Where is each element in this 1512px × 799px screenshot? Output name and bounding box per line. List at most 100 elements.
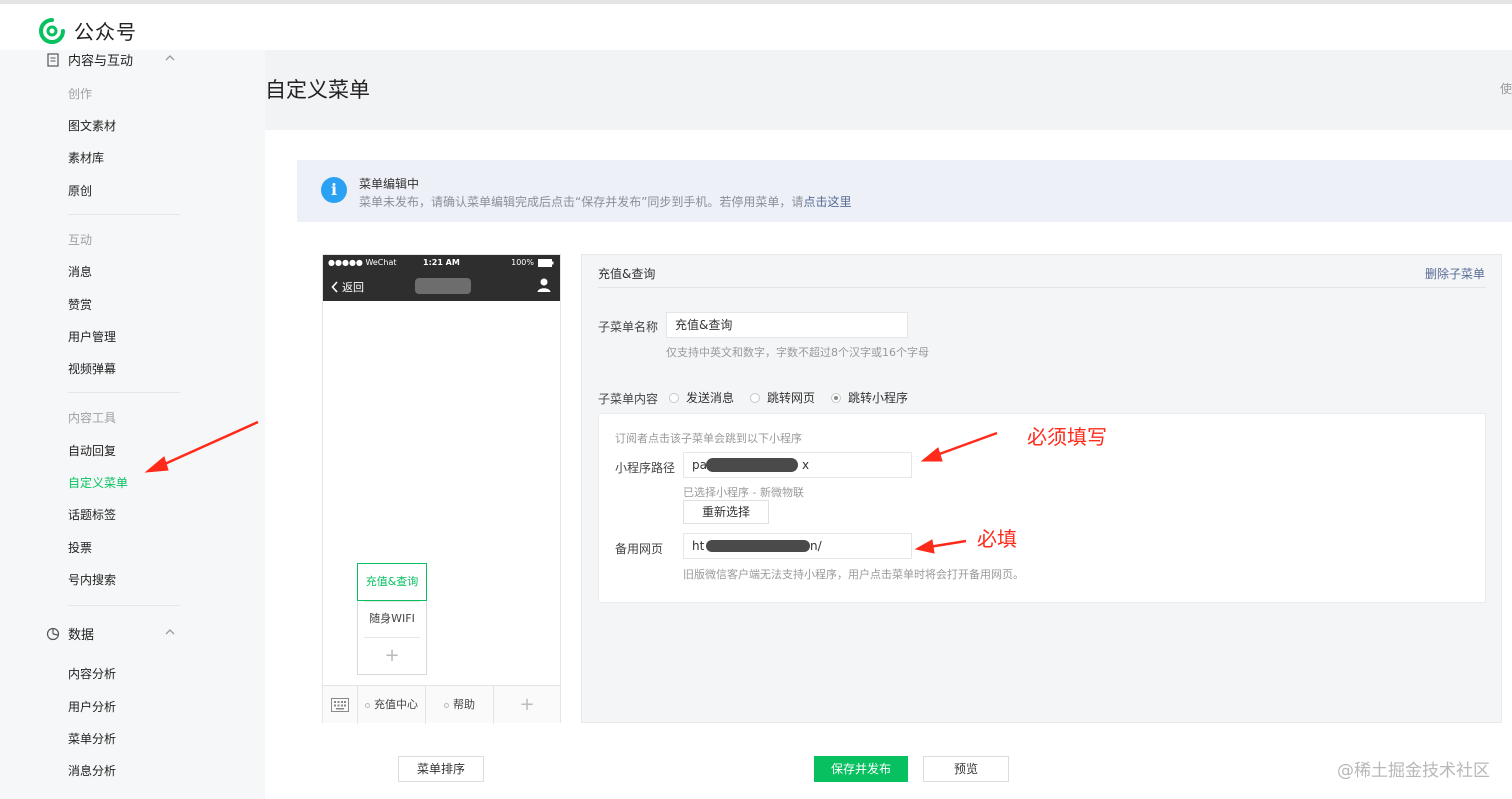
phone-status-bar: ●●●●● WeChat 1:21 AM 100% [323,255,560,271]
phone-nav-bar: 返回 [323,271,560,301]
submenu-dot-icon [365,702,370,708]
phone-bottom-menu: 充值中心 帮助 + [323,685,560,724]
nav-group-label: 数据 [68,628,95,643]
sidebar: 内容与互动 创作 图文素材 素材库 原创 互动 消息 赞赏 用户管理 视频弹幕 … [0,50,265,799]
bottom-menu-recharge[interactable]: 充值中心 [358,686,426,724]
top-bar: 公众号 [0,0,1512,50]
sidebar-item-auto-reply[interactable]: 自动回复 [68,442,116,459]
clock-label: 1:21 AM [423,258,460,267]
radio-open-miniprogram[interactable]: 跳转小程序 [831,389,908,406]
phone-preview: ●●●●● WeChat 1:21 AM 100% 返回 充值&查询 随身WIF… [322,254,561,724]
divider [68,605,180,606]
carrier-label: ●●●●● WeChat [328,258,397,267]
radio-label: 发送消息 [686,391,735,405]
sidebar-item-users[interactable]: 用户管理 [68,328,116,345]
delete-submenu-link[interactable]: 删除子菜单 [1425,265,1485,282]
stop-menu-link[interactable]: 点击这里 [803,195,851,209]
annotation-required: 必填 [977,527,1017,551]
save-publish-button[interactable]: 保存并发布 [814,756,908,782]
miniprogram-path-input[interactable]: pa x [683,452,912,478]
chevron-left-icon [331,281,338,293]
url-suffix: n/ [810,539,822,553]
main-content: 自定义菜单 使 i 菜单编辑中 菜单未发布，请确认菜单编辑完成后点击“保存并发布… [265,50,1512,799]
backup-url-input[interactable]: ht n/ [683,533,912,559]
sidebar-item-content-analysis[interactable]: 内容分析 [68,665,116,682]
redacted-text [706,458,798,472]
notice-title: 菜单编辑中 [359,177,420,191]
back-label: 返回 [342,281,364,294]
redacted-text [706,540,810,552]
sidebar-item-custom-menu[interactable]: 自定义菜单 [68,474,128,491]
content-type-radios: 发送消息 跳转网页 跳转小程序 [669,389,924,406]
sidebar-item-menu-analysis[interactable]: 菜单分析 [68,730,116,747]
info-icon: i [321,177,347,203]
chevron-up-icon[interactable] [164,52,176,64]
path-suffix: x [802,458,810,472]
submenu-editor: 充值&查询 删除子菜单 子菜单名称 充值&查询 仅支持中英文和数字，字数不超过8… [581,254,1502,723]
sidebar-item-original[interactable]: 原创 [68,182,92,199]
preview-button[interactable]: 预览 [923,756,1009,782]
account-name-redacted [415,278,471,294]
nav-group-content[interactable]: 内容与互动 [46,50,175,69]
submenu-item-recharge[interactable]: 充值&查询 [357,563,427,601]
submenu-item-wifi[interactable]: 随身WIFI [358,601,426,637]
add-submenu-button[interactable]: + [358,638,426,674]
back-button[interactable]: 返回 [331,279,364,295]
sidebar-item-message-analysis[interactable]: 消息分析 [68,762,116,779]
bottom-menu-label: 帮助 [453,698,475,711]
add-menu-button[interactable]: + [494,686,560,724]
nav-group-label: 内容与互动 [68,54,134,69]
radio-label: 跳转网页 [767,391,816,405]
menu-editor-panel: i 菜单编辑中 菜单未发布，请确认菜单编辑完成后点击“保存并发布”同步到手机。若… [265,130,1512,799]
bottom-menu-help[interactable]: 帮助 [426,686,494,724]
submenu-popup: 充值&查询 随身WIFI + [357,563,427,675]
sidebar-item-library[interactable]: 素材库 [68,149,104,166]
sidebar-item-rewards[interactable]: 赞赏 [68,296,92,313]
divider [68,392,180,393]
page-title: 自定义菜单 [265,78,370,102]
watermark: @稀土掘金技术社区 [1337,761,1490,781]
user-profile-icon[interactable] [536,277,552,293]
divider [68,214,180,215]
backup-label: 备用网页 [615,542,664,556]
section-heading-create: 创作 [68,87,93,101]
menu-sort-button[interactable]: 菜单排序 [398,756,484,782]
sidebar-item-topic-tags[interactable]: 话题标签 [68,506,116,523]
submenu-name-input[interactable]: 充值&查询 [666,312,908,338]
section-heading-tools: 内容工具 [68,411,117,425]
name-label: 子菜单名称 [598,320,659,334]
app-name: 公众号 [74,20,137,44]
sidebar-item-search[interactable]: 号内搜索 [68,571,116,588]
sidebar-item-user-analysis[interactable]: 用户分析 [68,698,116,715]
radio-send-message[interactable]: 发送消息 [669,389,734,406]
reselect-button[interactable]: 重新选择 [683,500,769,524]
divider [598,287,1486,288]
path-label: 小程序路径 [615,461,676,475]
keyboard-glyph [331,698,349,712]
wechat-official-logo-icon [39,17,65,44]
keyboard-icon[interactable] [323,686,358,724]
help-link[interactable]: 使 [1500,80,1512,97]
chevron-up-icon[interactable] [164,626,176,638]
battery-label: 100% [511,258,534,267]
sidebar-item-messages[interactable]: 消息 [68,263,92,280]
editor-title: 充值&查询 [598,267,656,281]
path-prefix: pa [692,458,707,472]
sidebar-item-vote[interactable]: 投票 [68,539,92,556]
submenu-dot-icon [444,702,449,708]
annotation-required-full: 必须填写 [1027,425,1107,449]
notice-text: 菜单未发布，请确认菜单编辑完成后点击“保存并发布”同步到手机。若停用菜单，请 [359,195,804,209]
sidebar-item-articles[interactable]: 图文素材 [68,117,116,134]
nav-group-data[interactable]: 数据 [46,624,175,643]
app-logo[interactable]: 公众号 [38,16,137,45]
name-tip: 仅支持中英文和数字，字数不超过8个汉字或16个字母 [666,346,929,359]
radio-circle [669,392,679,403]
url-prefix: ht [692,539,705,553]
section-heading-interact: 互动 [68,233,93,247]
miniprogram-intro: 订阅者点击该子菜单会跳到以下小程序 [615,432,802,445]
radio-open-webpage[interactable]: 跳转网页 [750,389,815,406]
document-icon [47,52,59,67]
sidebar-item-danmaku[interactable]: 视频弹幕 [68,360,116,377]
content-label: 子菜单内容 [598,392,659,406]
radio-circle-checked [831,392,842,403]
